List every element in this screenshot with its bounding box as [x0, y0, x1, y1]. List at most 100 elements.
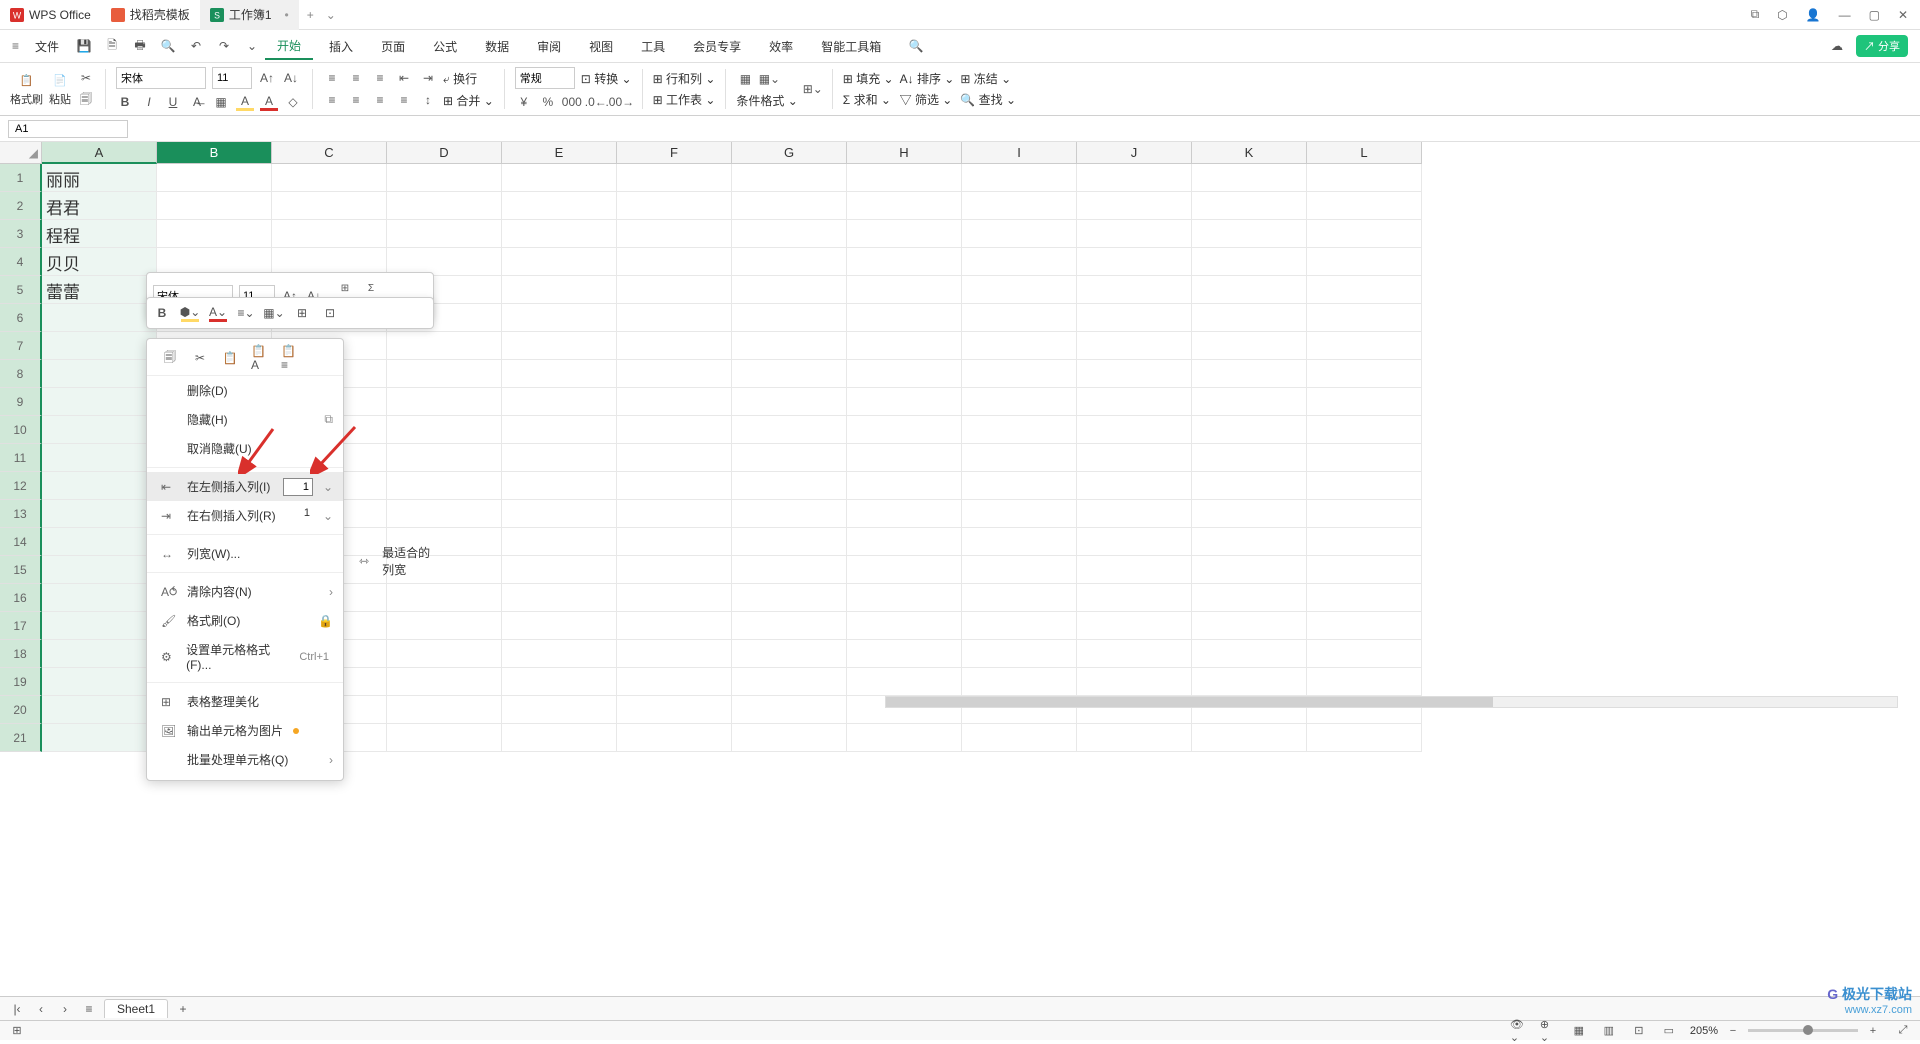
- status-mode-icon[interactable]: ⊞: [8, 1022, 26, 1040]
- row-header-5[interactable]: 5: [0, 276, 42, 304]
- cell-G10[interactable]: [732, 416, 847, 444]
- expand-icon[interactable]: ⤢: [1894, 1022, 1912, 1040]
- cell-G16[interactable]: [732, 584, 847, 612]
- cell-K2[interactable]: [1192, 192, 1307, 220]
- hamburger-icon[interactable]: ≡: [12, 39, 19, 53]
- cell-D13[interactable]: [387, 500, 502, 528]
- cell-J9[interactable]: [1077, 388, 1192, 416]
- cond-format-button[interactable]: 条件格式 ⌄: [736, 92, 797, 109]
- cell-H11[interactable]: [847, 444, 962, 472]
- col-header-H[interactable]: H: [847, 142, 962, 164]
- cm-col-width[interactable]: ↔列宽(W)...: [147, 539, 343, 568]
- menu-start[interactable]: 开始: [265, 33, 313, 60]
- menu-page[interactable]: 页面: [369, 34, 417, 59]
- cell-C3[interactable]: [272, 220, 387, 248]
- cell-J21[interactable]: [1077, 724, 1192, 752]
- cell-D21[interactable]: [387, 724, 502, 752]
- cell-L5[interactable]: [1307, 276, 1422, 304]
- cm-best-width[interactable]: ⇿最适合的列宽: [345, 538, 455, 584]
- cell-K15[interactable]: [1192, 556, 1307, 584]
- cell-J19[interactable]: [1077, 668, 1192, 696]
- cell-E19[interactable]: [502, 668, 617, 696]
- cell-A5[interactable]: 蕾蕾: [42, 276, 157, 304]
- cell-C1[interactable]: [272, 164, 387, 192]
- cell-H13[interactable]: [847, 500, 962, 528]
- cell-F7[interactable]: [617, 332, 732, 360]
- cell-E17[interactable]: [502, 612, 617, 640]
- cell-F13[interactable]: [617, 500, 732, 528]
- align-top-icon[interactable]: ≡: [323, 69, 341, 87]
- indent-dec-icon[interactable]: ⇤: [395, 69, 413, 87]
- cell-G13[interactable]: [732, 500, 847, 528]
- font-grow-icon[interactable]: A↑: [258, 69, 276, 87]
- cell-A6[interactable]: [42, 304, 157, 332]
- cell-H14[interactable]: [847, 528, 962, 556]
- cell-I5[interactable]: [962, 276, 1077, 304]
- strike-icon[interactable]: A̶: [188, 93, 206, 111]
- cell-K5[interactable]: [1192, 276, 1307, 304]
- cell-H21[interactable]: [847, 724, 962, 752]
- cell-D20[interactable]: [387, 696, 502, 724]
- cm-export-img[interactable]: 🖼输出单元格为图片: [147, 716, 343, 745]
- eye-icon[interactable]: 👁 ⌄: [1510, 1022, 1528, 1040]
- cell-L10[interactable]: [1307, 416, 1422, 444]
- tab-workbook[interactable]: S 工作簿1 •: [200, 0, 299, 30]
- cell-I9[interactable]: [962, 388, 1077, 416]
- cell-L15[interactable]: [1307, 556, 1422, 584]
- row-header-19[interactable]: 19: [0, 668, 42, 696]
- share-button[interactable]: ↗ 分享: [1856, 35, 1908, 57]
- rowcol-button[interactable]: ⊞ 行和列 ⌄: [653, 70, 716, 87]
- cell-J14[interactable]: [1077, 528, 1192, 556]
- comma-icon[interactable]: 000: [563, 93, 581, 111]
- row-header-1[interactable]: 1: [0, 164, 42, 192]
- row-header-2[interactable]: 2: [0, 192, 42, 220]
- menu-formula[interactable]: 公式: [421, 34, 469, 59]
- cell-D19[interactable]: [387, 668, 502, 696]
- cell-J15[interactable]: [1077, 556, 1192, 584]
- cell-E12[interactable]: [502, 472, 617, 500]
- cell-A16[interactable]: [42, 584, 157, 612]
- cell-D12[interactable]: [387, 472, 502, 500]
- cell-L1[interactable]: [1307, 164, 1422, 192]
- cell-D2[interactable]: [387, 192, 502, 220]
- cell-H9[interactable]: [847, 388, 962, 416]
- new-tab-button[interactable]: +: [299, 8, 322, 22]
- cell-A19[interactable]: [42, 668, 157, 696]
- cell-I11[interactable]: [962, 444, 1077, 472]
- cell-L12[interactable]: [1307, 472, 1422, 500]
- row-header-12[interactable]: 12: [0, 472, 42, 500]
- cm-delete[interactable]: 删除(D): [147, 376, 343, 405]
- cell-I12[interactable]: [962, 472, 1077, 500]
- cell-J18[interactable]: [1077, 640, 1192, 668]
- row-header-14[interactable]: 14: [0, 528, 42, 556]
- cell-K8[interactable]: [1192, 360, 1307, 388]
- cell-L21[interactable]: [1307, 724, 1422, 752]
- cell-A12[interactable]: [42, 472, 157, 500]
- cell-H19[interactable]: [847, 668, 962, 696]
- cell-H3[interactable]: [847, 220, 962, 248]
- cell-L11[interactable]: [1307, 444, 1422, 472]
- mini-bold-icon[interactable]: B: [153, 304, 171, 322]
- align-right-icon[interactable]: ≡: [371, 91, 389, 109]
- cell-E16[interactable]: [502, 584, 617, 612]
- cm-insert-left[interactable]: ⇤ 在左侧插入列(I) ⌄: [147, 472, 343, 501]
- menu-data[interactable]: 数据: [473, 34, 521, 59]
- zoom-slider[interactable]: [1748, 1029, 1858, 1032]
- cm-copy-icon[interactable]: 🗐: [161, 349, 179, 367]
- cell-H15[interactable]: [847, 556, 962, 584]
- row-header-3[interactable]: 3: [0, 220, 42, 248]
- menu-file[interactable]: 文件: [23, 34, 71, 59]
- maximize-icon[interactable]: ▢: [1869, 8, 1880, 22]
- copy-icon[interactable]: 🗐: [77, 91, 95, 109]
- spinner-icon[interactable]: ⌄: [323, 480, 333, 494]
- cell-A10[interactable]: [42, 416, 157, 444]
- cell-J11[interactable]: [1077, 444, 1192, 472]
- cell-F9[interactable]: [617, 388, 732, 416]
- table-style-icon[interactable]: ▦: [736, 70, 754, 88]
- convert-button[interactable]: ⊡ 转换 ⌄: [581, 70, 632, 87]
- col-header-L[interactable]: L: [1307, 142, 1422, 164]
- cell-F11[interactable]: [617, 444, 732, 472]
- row-header-20[interactable]: 20: [0, 696, 42, 724]
- cell-L17[interactable]: [1307, 612, 1422, 640]
- border-icon[interactable]: ▦: [212, 93, 230, 111]
